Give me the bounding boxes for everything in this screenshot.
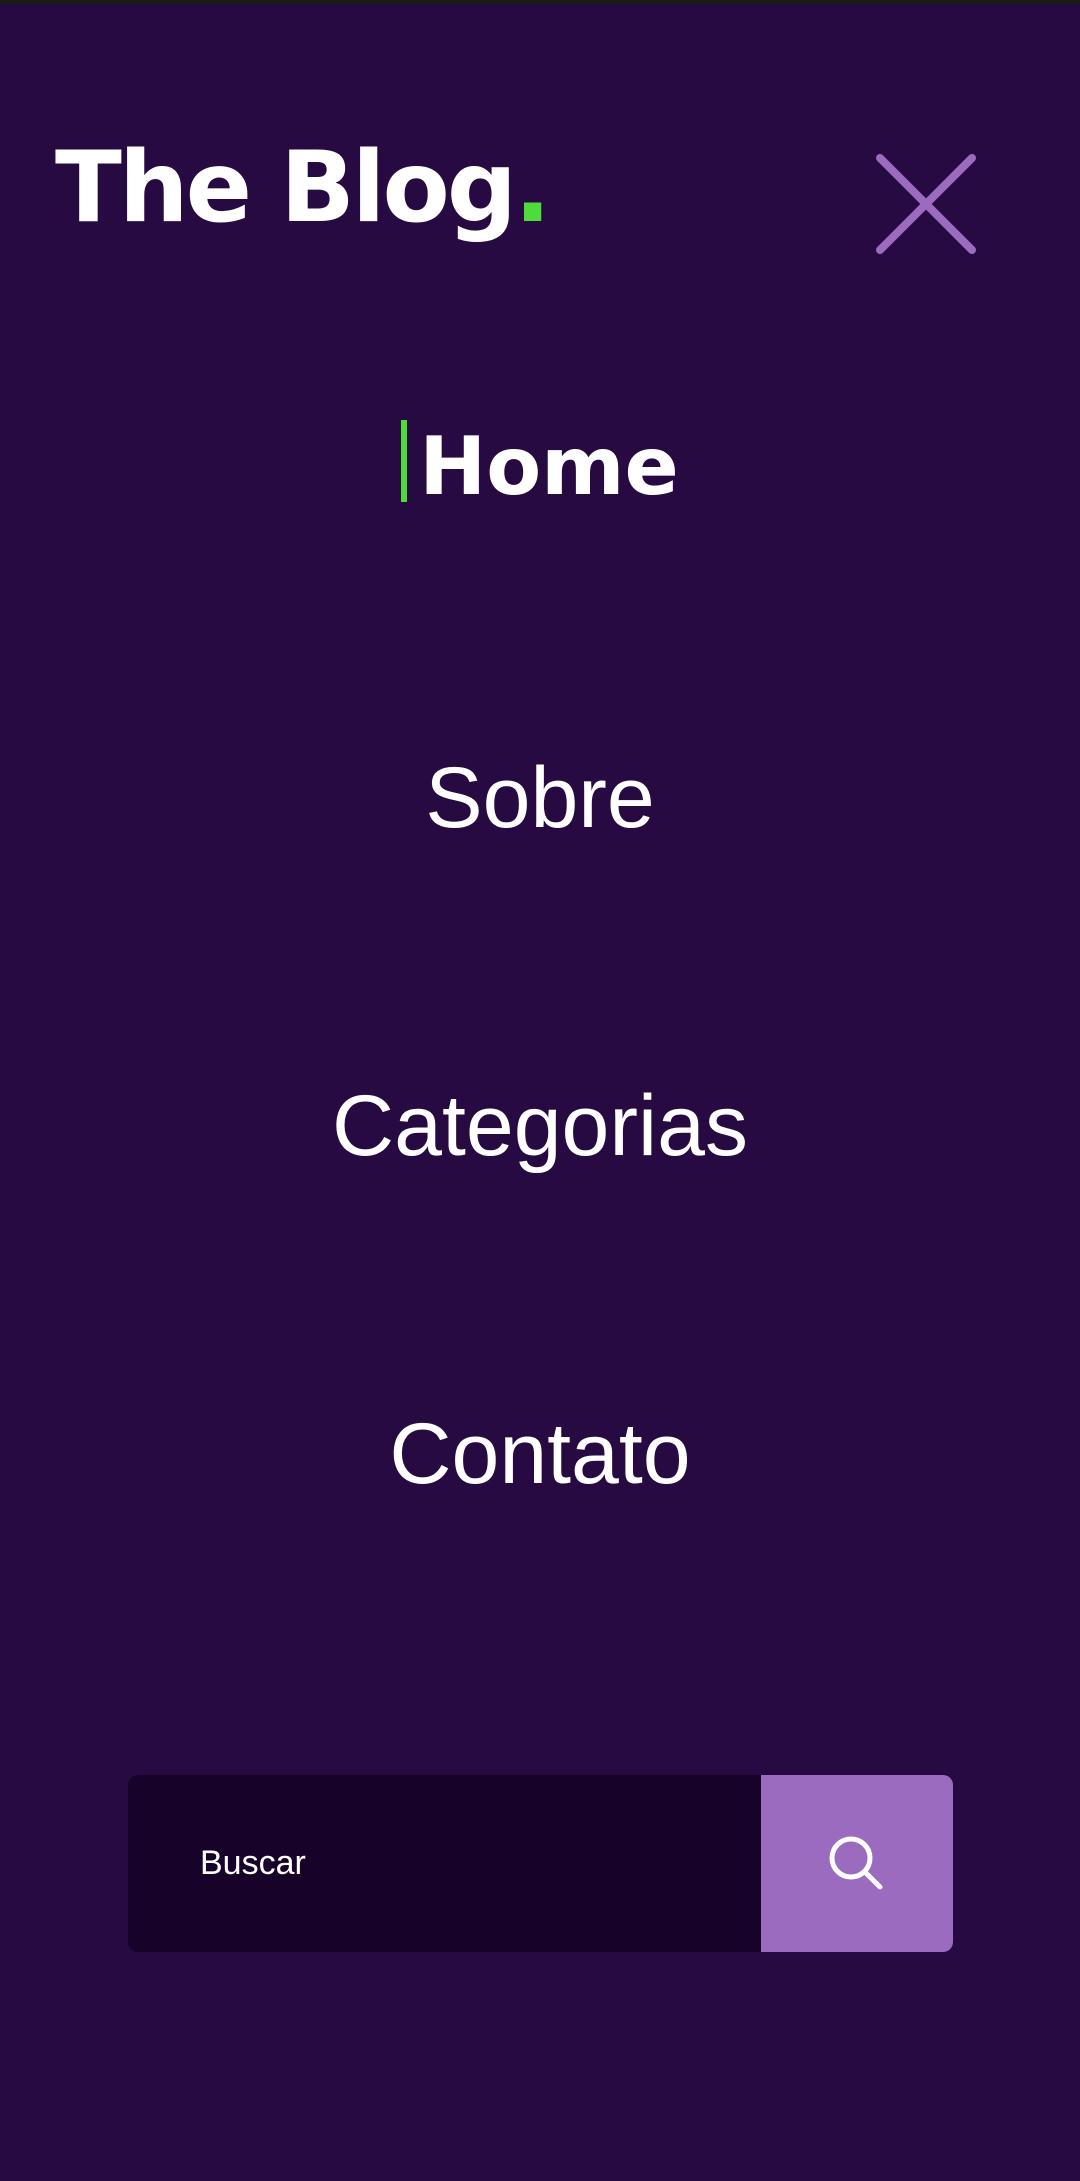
top-edge-line bbox=[0, 0, 1080, 4]
nav-item-home[interactable]: Home bbox=[0, 412, 1080, 522]
nav-item-label: Home bbox=[419, 420, 679, 513]
nav-item-contato[interactable]: Contato bbox=[0, 1399, 1080, 1509]
nav-item-label: Sobre bbox=[425, 750, 655, 846]
site-logo[interactable]: The Blog. bbox=[55, 131, 551, 245]
nav-item-label: Contato bbox=[389, 1406, 691, 1502]
close-menu-button[interactable] bbox=[868, 146, 984, 262]
nav-item-sobre[interactable]: Sobre bbox=[0, 743, 1080, 853]
close-icon bbox=[876, 154, 976, 254]
search-form bbox=[128, 1775, 953, 1952]
nav-item-categorias[interactable]: Categorias bbox=[0, 1071, 1080, 1181]
search-icon bbox=[829, 1836, 883, 1889]
search-input[interactable] bbox=[128, 1775, 761, 1952]
logo-text: The Blog bbox=[55, 131, 517, 245]
search-button[interactable] bbox=[761, 1775, 953, 1952]
nav-item-label: Categorias bbox=[332, 1078, 748, 1174]
active-indicator bbox=[401, 420, 408, 502]
logo-dot: . bbox=[513, 131, 551, 245]
